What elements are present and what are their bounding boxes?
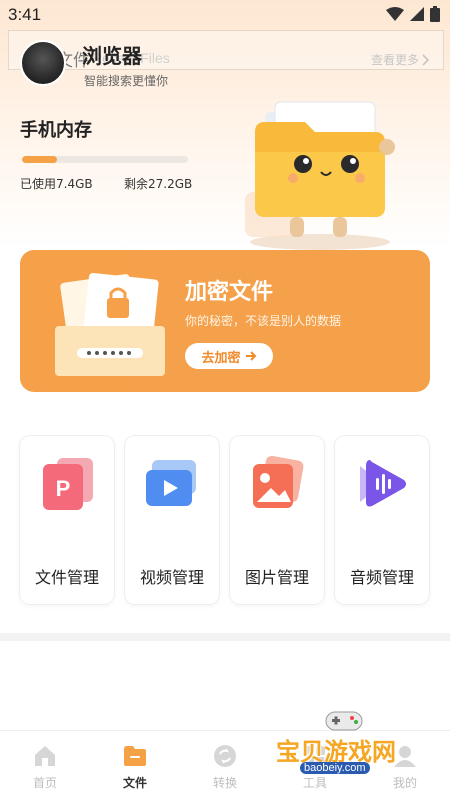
go-encrypt-button[interactable]: 去加密 <box>185 343 273 369</box>
gamepad-icon <box>325 711 363 731</box>
status-bar: 3:41 <box>0 0 450 30</box>
tab-files-label: 文件 <box>122 776 147 790</box>
category-grid: P 文件管理 视频管理 图片管理 音频管理 <box>20 436 430 604</box>
storage-used: 已使用7.4GB <box>20 177 93 191</box>
category-label-video: 视频管理 <box>139 568 204 587</box>
folder-icon <box>124 746 146 766</box>
category-label-images: 图片管理 <box>244 568 309 587</box>
tab-home[interactable]: 首页 <box>10 743 80 791</box>
battery-icon <box>430 6 440 22</box>
browser-overlay-banner[interactable] <box>8 30 444 70</box>
category-label-files: 文件管理 <box>34 568 99 587</box>
convert-icon <box>214 745 236 767</box>
lock-folder-icon <box>55 272 165 376</box>
storage-progress-bar <box>22 156 188 163</box>
signal-icon <box>410 7 424 21</box>
image-icon <box>253 455 304 508</box>
tab-home-label: 首页 <box>32 776 57 790</box>
browser-title: 浏览器 <box>82 44 142 68</box>
arrow-right-icon <box>245 351 256 361</box>
pdf-file-icon: P <box>43 458 93 510</box>
avatar[interactable] <box>20 40 66 86</box>
svg-text:P: P <box>56 476 71 501</box>
status-time: 3:41 <box>8 5 42 24</box>
storage-title: 手机内存 <box>20 120 92 141</box>
encrypt-file-card[interactable]: 加密文件 你的秘密，不该是别人的数据 去加密 <box>20 250 430 392</box>
category-card-audio[interactable]: 音频管理 <box>335 436 429 604</box>
status-icons <box>386 6 440 22</box>
tab-convert-label: 转换 <box>212 776 237 790</box>
category-card-files[interactable]: P 文件管理 <box>20 436 114 604</box>
category-card-images[interactable]: 图片管理 <box>230 436 324 604</box>
audio-icon <box>360 460 406 507</box>
storage-progress-fill <box>22 156 57 163</box>
storage-free: 剩余27.2GB <box>124 177 193 191</box>
encrypt-title: 加密文件 <box>185 280 274 305</box>
tab-files[interactable]: 文件 <box>100 743 170 791</box>
category-card-video[interactable]: 视频管理 <box>125 436 219 604</box>
video-play-icon <box>146 460 196 506</box>
wifi-icon <box>386 7 404 21</box>
browser-subtitle: 智能搜索更懂你 <box>84 74 169 88</box>
category-label-audio: 音频管理 <box>349 568 414 587</box>
home-icon <box>35 746 55 766</box>
folder-mascot-icon <box>245 101 395 250</box>
encrypt-description: 你的秘密，不该是别人的数据 <box>185 314 342 328</box>
section-divider <box>0 633 450 641</box>
tab-convert[interactable]: 转换 <box>190 743 260 791</box>
site-watermark: 宝贝游戏网 baobeiy.com <box>272 706 422 791</box>
go-encrypt-label: 去加密 <box>201 350 241 366</box>
watermark-url: baobeiy.com <box>300 762 370 774</box>
